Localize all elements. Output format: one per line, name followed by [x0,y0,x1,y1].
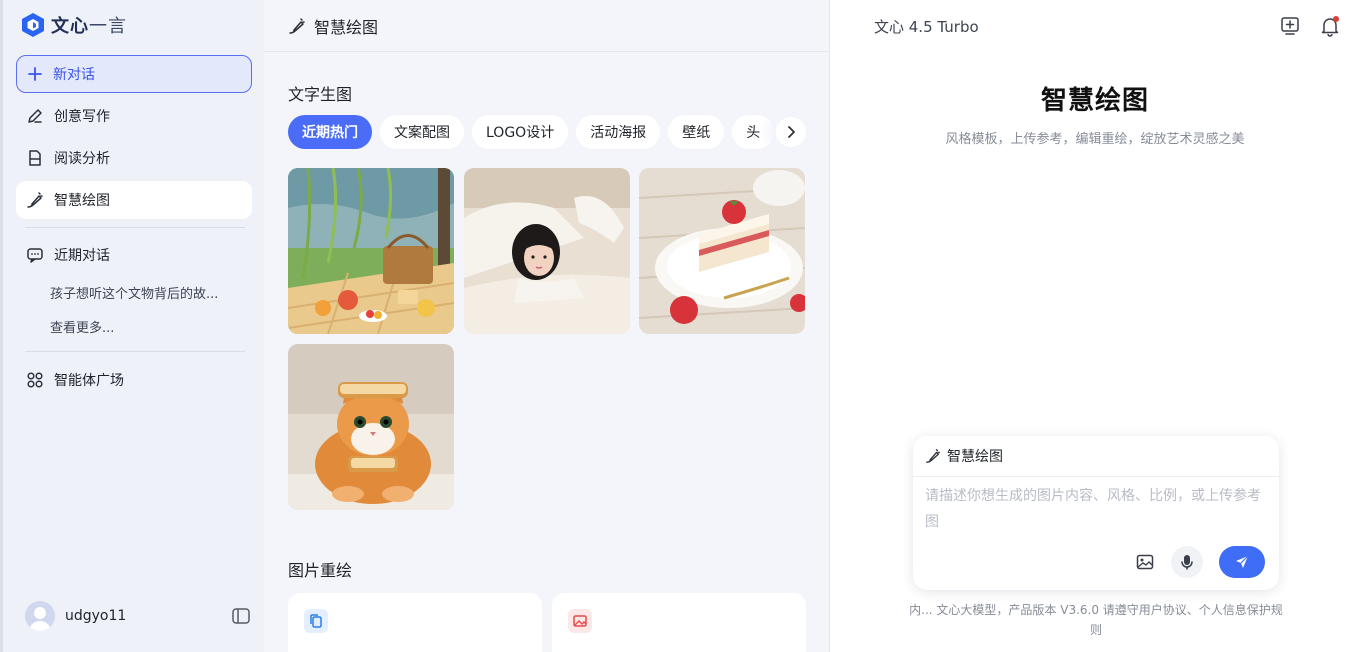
chat-panel: 文心 4.5 Turbo 智慧绘图 风格模板，上传参考，编辑重绘，绽放艺术灵感之… [830,0,1360,652]
brush-icon [26,191,44,209]
image-icon [1136,554,1154,570]
brand-name: 文心一言 [51,16,127,37]
example-image-portrait[interactable] [464,168,630,334]
image-edit-icon [568,609,592,633]
section-title-text-to-image: 文字生图 [288,85,353,104]
sidebar-item-label: 智慧绘图 [54,193,110,209]
user-profile[interactable]: udgyo11 [25,600,251,632]
section-title-image-redraw: 图片重绘 [288,561,353,580]
picnic-illustration [288,168,454,334]
brush-icon [289,17,305,34]
new-window-icon[interactable] [1279,15,1301,37]
composer-mode[interactable]: 智慧绘图 [913,436,1279,477]
bell-icon[interactable] [1319,15,1341,37]
cat-illustration [288,344,454,510]
send-icon [1236,555,1249,568]
chips-next-button[interactable] [776,117,806,147]
chip-logo-design[interactable]: LOGO设计 [472,115,569,149]
sidebar-item-creative-writing[interactable]: 创意写作 [16,97,252,135]
category-chips: 近期热门 文案配图 LOGO设计 活动海报 壁纸 头 [288,115,806,149]
chip-event-poster[interactable]: 活动海报 [576,115,661,149]
footer-disclaimer: 内... 文心大模型，产品版本 V3.6.0 请遵守用户协议、个人信息保护规则 [909,603,1283,637]
hero-subtitle: 风格模板，上传参考，编辑重绘，绽放艺术灵感之美 [945,132,1245,147]
sidebar-divider [25,351,245,352]
chip-copy-illustration[interactable]: 文案配图 [380,115,464,149]
new-chat-button[interactable]: 新对话 [16,55,252,93]
brush-icon [926,449,940,463]
apps-icon [26,371,44,389]
example-image-cake[interactable] [639,168,805,334]
cake-illustration [639,168,805,334]
sidebar-item-label: 阅读分析 [54,151,110,167]
redraw-card-copy[interactable] [288,593,542,652]
example-image-picnic[interactable] [288,168,454,334]
sidebar-item-reading-analysis[interactable]: 阅读分析 [16,139,252,177]
chip-wallpaper[interactable]: 壁纸 [668,115,725,149]
sidebar-item-smart-drawing[interactable]: 智慧绘图 [16,181,252,219]
voice-input-button[interactable] [1171,546,1203,578]
chip-recent-hot[interactable]: 近期热门 [288,115,372,149]
upload-image-button[interactable] [1129,546,1161,578]
pencil-icon [26,107,44,125]
chevron-right-icon [788,126,795,138]
prompt-input[interactable] [925,483,1267,539]
sidebar-item-label: 智能体广场 [54,373,124,389]
example-image-cat[interactable] [288,344,454,510]
document-icon [26,149,44,167]
chat-bubble-icon [26,246,44,264]
drawing-panel: 智慧绘图 文字生图 近期热门 文案配图 LOGO设计 活动海报 壁纸 头 图片重… [264,0,830,652]
sidebar: 文心一言 新对话 创意写作 阅读分析 智慧绘图 近期对话 孩子想听这个文物背后的… [0,0,264,652]
panel-header: 智慧绘图 [264,0,830,52]
copy-icon [304,609,328,633]
username: udgyo11 [65,608,127,624]
chip-avatar[interactable]: 头 [732,115,775,149]
sidebar-item-label: 近期对话 [54,248,110,264]
sidebar-item-agent-plaza[interactable]: 智能体广场 [16,361,252,399]
composer: 智慧绘图 [913,436,1279,590]
wenxin-logo-icon [22,13,44,37]
recent-chat-item[interactable]: 孩子想听这个文物背后的故... [50,283,218,302]
redraw-card-image[interactable] [552,593,806,652]
portrait-illustration [464,168,630,334]
hero-title: 智慧绘图 [1040,86,1149,116]
microphone-icon [1181,555,1193,570]
composer-mode-label: 智慧绘图 [947,449,1003,465]
model-selector[interactable]: 文心 4.5 Turbo [874,16,979,37]
sidebar-toggle-icon[interactable] [231,606,251,626]
plus-icon [28,67,42,81]
see-more-link[interactable]: 查看更多... [50,317,114,336]
user-avatar-icon [29,607,51,631]
sidebar-divider [25,227,245,228]
brand[interactable]: 文心一言 [21,12,127,38]
avatar[interactable] [25,601,55,631]
new-chat-label: 新对话 [53,67,95,83]
sidebar-item-label: 创意写作 [54,109,110,125]
panel-title: 智慧绘图 [314,17,379,37]
send-button[interactable] [1219,546,1265,578]
sidebar-item-recent-chats[interactable]: 近期对话 [16,236,252,274]
